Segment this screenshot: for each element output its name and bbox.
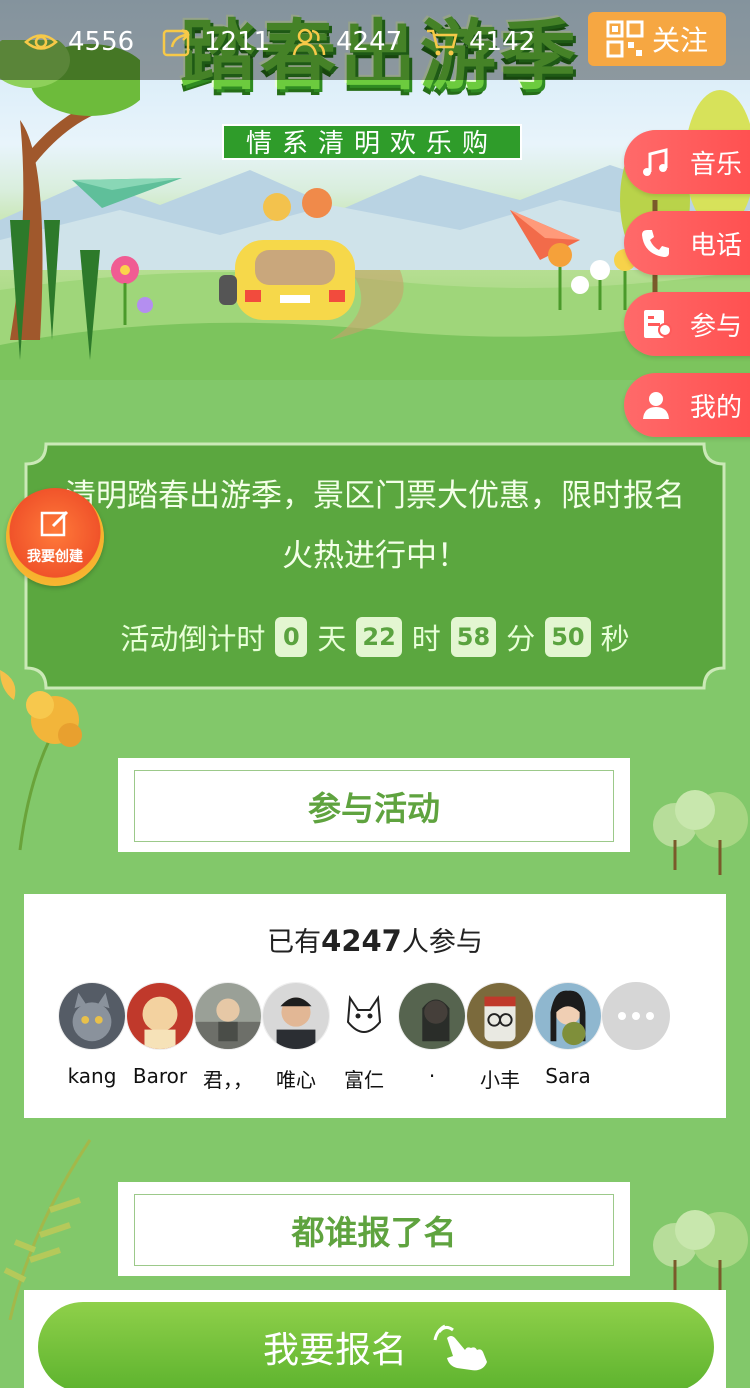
side-tab-label: 参与 xyxy=(690,311,743,342)
activity-panel: 清明踏春出游季，景区门票大优惠，限时报名火热进行中！ 活动倒计时 0 天 22 … xyxy=(22,440,728,692)
users-icon xyxy=(292,28,326,56)
views-count: 4556 xyxy=(68,27,135,57)
flower-illustration xyxy=(111,256,153,325)
avatar xyxy=(466,982,534,1050)
car-illustration xyxy=(219,188,355,320)
signed-up-list-button[interactable]: 都谁报了名 xyxy=(118,1182,630,1276)
join-icon xyxy=(644,310,672,338)
qrcode-icon xyxy=(606,20,644,58)
trees-decoration-icon xyxy=(653,1210,748,1295)
views-stat: 4556 xyxy=(24,20,134,64)
avatar xyxy=(262,982,330,1050)
shares-count: 1211 xyxy=(204,27,271,57)
participants-card: 已有4247人参与 kang Baror 君，， 唯心 富仁 · 小丰 Sara xyxy=(24,894,726,1118)
dots-icon xyxy=(618,1012,654,1020)
participant-name: Baror xyxy=(132,1064,188,1088)
participant-item[interactable]: 唯心 xyxy=(262,982,330,1093)
follow-label: 关注 xyxy=(651,24,708,57)
participants-total: 4247 xyxy=(321,924,402,958)
orders-count: 4142 xyxy=(469,27,536,57)
activity-description: 清明踏春出游季，景区门票大优惠，限时报名火热进行中！ xyxy=(65,478,685,574)
countdown-hours-unit: 时 xyxy=(411,622,441,656)
participant-item[interactable]: 富仁 xyxy=(330,982,398,1093)
countdown-days-unit: 天 xyxy=(317,622,347,656)
participant-name: 唯心 xyxy=(276,1068,316,1092)
shares-stat: 1211 xyxy=(160,20,270,64)
countdown-minutes-unit: 分 xyxy=(506,622,536,656)
create-activity-button[interactable]: 我要创建 xyxy=(6,488,104,586)
join-activity-label: 参与活动 xyxy=(134,770,614,842)
signed-up-list-label: 都谁报了名 xyxy=(134,1194,614,1266)
participants-count: 4247 xyxy=(336,27,403,57)
side-tab-join[interactable]: 参与 xyxy=(624,292,750,356)
more-participants-button[interactable] xyxy=(602,982,670,1050)
avatar xyxy=(330,982,398,1050)
avatar xyxy=(534,982,602,1050)
orders-stat: 4142 xyxy=(425,20,535,64)
side-tab-mine[interactable]: 我的 xyxy=(624,373,750,437)
tap-hand-icon xyxy=(433,1324,487,1371)
participant-name: 君，， xyxy=(203,1068,253,1092)
edit-icon xyxy=(40,510,69,537)
side-tab-phone[interactable]: 电话 xyxy=(624,211,750,275)
countdown-minutes: 58 xyxy=(450,617,497,657)
avatar xyxy=(126,982,194,1050)
follow-button[interactable]: 关注 xyxy=(588,12,726,66)
side-tab-label: 我的 xyxy=(690,392,743,423)
tree-illustration xyxy=(620,90,750,320)
countdown-hours: 22 xyxy=(356,617,402,657)
avatar-list: kang Baror 君，， 唯心 富仁 · 小丰 Sara xyxy=(56,982,716,1102)
trees-decoration-icon xyxy=(653,790,748,875)
join-activity-button[interactable]: 参与活动 xyxy=(118,758,630,852)
participant-item[interactable]: · xyxy=(398,982,466,1088)
eye-icon xyxy=(24,34,58,50)
banner-subtitle: 情系清明欢乐购 xyxy=(222,124,522,160)
stats-bar: 4556 1211 4247 4142 关注 xyxy=(0,0,750,80)
countdown-days: 0 xyxy=(275,617,308,657)
countdown: 活动倒计时 0 天 22 时 58 分 50 秒 xyxy=(22,616,728,658)
signup-label: 我要报名 xyxy=(262,1330,407,1371)
avatar xyxy=(398,982,466,1050)
participant-item[interactable]: Baror xyxy=(126,982,194,1088)
side-tab-label: 音乐 xyxy=(690,149,743,180)
participant-item[interactable]: kang xyxy=(58,982,126,1088)
share-icon xyxy=(162,29,190,57)
participant-name: 富仁 xyxy=(344,1068,384,1092)
avatar xyxy=(58,982,126,1050)
user-icon xyxy=(643,392,669,419)
countdown-seconds: 50 xyxy=(545,617,591,657)
music-icon xyxy=(643,148,668,176)
participant-item[interactable]: Sara xyxy=(534,982,602,1088)
create-activity-label: 我要创建 xyxy=(27,549,83,565)
more-icon xyxy=(602,982,670,1050)
side-tab-music[interactable]: 音乐 xyxy=(624,130,750,194)
paper-plane-illustration xyxy=(72,178,182,208)
countdown-label: 活动倒计时 xyxy=(120,622,266,656)
avatar xyxy=(194,982,262,1050)
participant-name: kang xyxy=(67,1064,117,1088)
participants-suffix: 人参与 xyxy=(401,927,483,958)
participant-name: 小丰 xyxy=(480,1068,520,1092)
participant-name: · xyxy=(428,1064,436,1088)
side-tab-label: 电话 xyxy=(690,230,743,261)
participant-item[interactable]: 君，， xyxy=(194,982,262,1093)
phone-icon xyxy=(642,230,669,257)
participants-stat: 4247 xyxy=(292,20,402,64)
signup-button[interactable]: 我要报名 xyxy=(38,1302,714,1388)
participants-prefix: 已有 xyxy=(267,927,322,958)
cart-icon xyxy=(427,29,458,56)
participants-summary: 已有4247人参与 xyxy=(24,920,726,959)
participant-name: Sara xyxy=(545,1064,591,1088)
participant-item[interactable]: 小丰 xyxy=(466,982,534,1093)
countdown-seconds-unit: 秒 xyxy=(600,622,630,656)
